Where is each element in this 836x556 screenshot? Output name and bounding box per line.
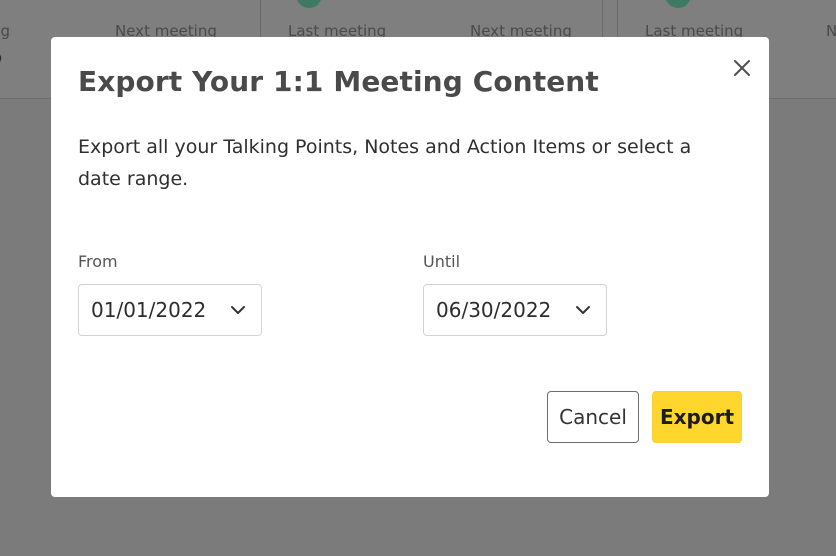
stats-value: go: [0, 48, 2, 68]
stats-label: N: [826, 22, 836, 40]
from-field: From 01/01/2022: [78, 252, 262, 336]
until-date-select[interactable]: 06/30/2022: [423, 284, 607, 336]
until-field: Until 06/30/2022: [423, 252, 607, 336]
stats-label: ting: [0, 22, 11, 40]
close-icon: [734, 60, 750, 76]
modal-actions: Cancel Export: [547, 391, 742, 443]
until-label: Until: [423, 252, 461, 271]
from-date-select[interactable]: 01/01/2022: [78, 284, 262, 336]
until-date-value: 06/30/2022: [436, 298, 552, 322]
avatar: [296, 0, 322, 8]
export-modal: Export Your 1:1 Meeting Content Export a…: [51, 37, 769, 497]
modal-description: Export all your Talking Points, Notes an…: [78, 136, 692, 190]
export-button[interactable]: Export: [652, 391, 742, 443]
chevron-down-icon: [574, 301, 592, 319]
close-button[interactable]: [725, 51, 759, 85]
modal-title: Export Your 1:1 Meeting Content: [78, 65, 599, 98]
from-date-value: 01/01/2022: [91, 298, 207, 322]
cancel-button[interactable]: Cancel: [547, 391, 639, 443]
from-label: From: [78, 252, 118, 271]
chevron-down-icon: [229, 301, 247, 319]
avatar: [665, 0, 691, 8]
